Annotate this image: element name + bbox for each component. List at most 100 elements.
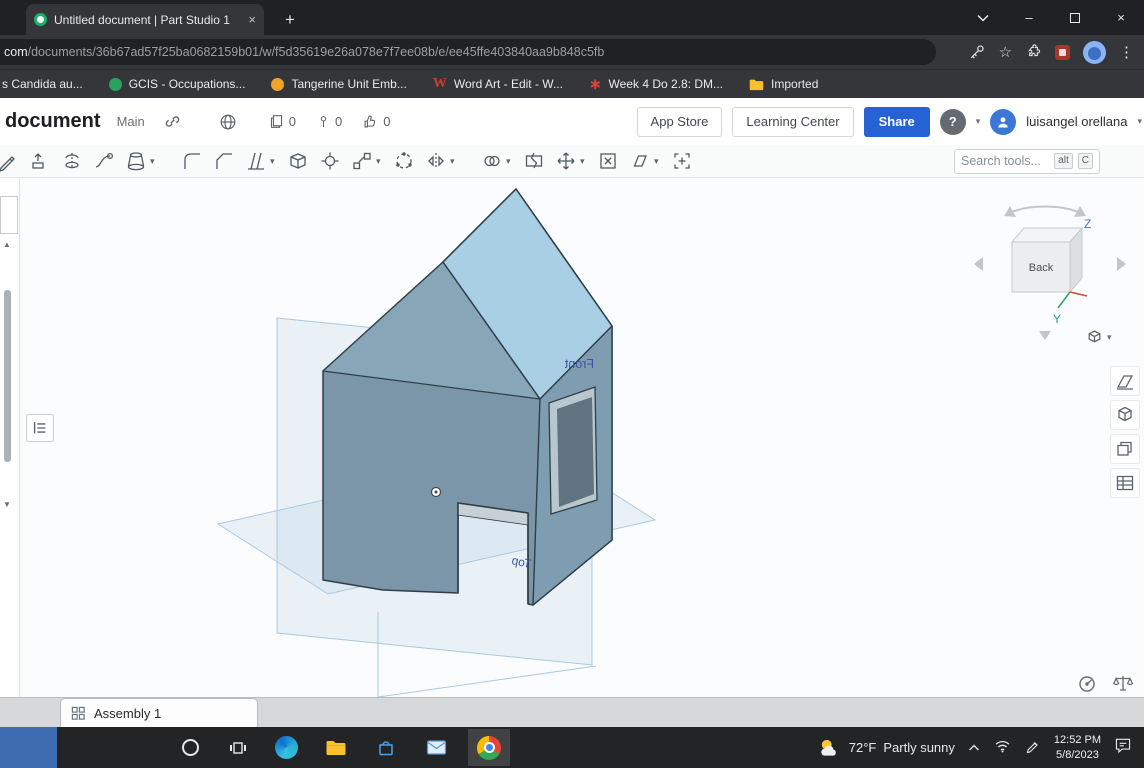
bookmark-item[interactable]: Imported [749,77,818,91]
action-center-icon[interactable] [1114,736,1132,759]
pattern-flyout-caret-icon[interactable]: ▾ [376,156,385,167]
view-options-button[interactable]: ▾ [1086,324,1130,350]
tab-close-icon[interactable]: × [248,13,256,26]
bookmark-item[interactable]: GCIS - Occupations... [109,77,246,91]
hole-tool-icon[interactable] [316,148,343,175]
bom-table-panel-button[interactable] [1110,468,1140,498]
search-tools-input[interactable]: Search tools... alt C [954,149,1100,174]
rotate-east-arrow-icon[interactable] [1117,257,1126,271]
taskbar-search-tile[interactable] [0,727,57,768]
bookmark-item[interactable]: W Word Art - Edit - W... [433,76,563,92]
draft-tool-icon[interactable] [242,148,269,175]
window-close-button[interactable]: × [1098,0,1144,35]
tray-chevron-icon[interactable] [968,739,980,757]
boolean-flyout-caret-icon[interactable]: ▾ [506,156,515,167]
url-bar[interactable]: com/documents/36b67ad57f25ba0682159b01/w… [0,39,936,65]
draft-flyout-caret-icon[interactable]: ▾ [270,156,279,167]
loft-flyout-caret-icon[interactable]: ▾ [150,156,159,167]
mirror-flyout-caret-icon[interactable]: ▾ [450,156,459,167]
linear-pattern-tool-icon[interactable] [348,148,375,175]
rotate-west-arrow-icon[interactable] [974,257,983,271]
browser-profile-avatar[interactable] [1083,41,1106,64]
sweep-tool-icon[interactable] [90,148,117,175]
cortana-circle-icon[interactable] [175,727,205,768]
extension-badge-icon[interactable] [1055,45,1070,60]
chrome-taskbar-button[interactable] [468,729,510,766]
share-button[interactable]: Share [864,107,930,137]
scroll-down-arrow-icon[interactable]: ▼ [3,500,11,509]
mirror-tool-icon[interactable] [422,148,449,175]
window-maximize-button[interactable] [1052,0,1098,35]
rotate-down-arrow-icon[interactable] [1039,331,1051,340]
display-states-panel-button[interactable] [1110,434,1140,464]
bookmark-item[interactable]: Tangerine Unit Emb... [271,77,406,91]
help-caret-icon[interactable]: ▾ [976,116,981,127]
edge-browser-icon[interactable] [271,727,301,768]
extensions-puzzle-icon[interactable] [1025,44,1042,61]
delete-face-tool-icon[interactable] [594,148,621,175]
feature-panel-scrollbar[interactable] [4,290,11,462]
workspace-name[interactable]: Main [117,114,145,129]
user-avatar[interactable] [990,109,1016,135]
taskbar-clock[interactable]: 12:52 PM 5/8/2023 [1054,733,1101,762]
copies-stat[interactable]: 0 [268,113,296,130]
user-menu-caret-icon[interactable]: ▾ [1137,116,1142,127]
window-minimize-button[interactable]: – [1006,0,1052,35]
named-view-crosshair-icon[interactable] [668,148,695,175]
pen-icon[interactable] [1025,737,1041,758]
kbd-alt: alt [1054,153,1073,169]
sketch-tool-icon[interactable] [0,148,21,175]
file-explorer-icon[interactable] [321,727,351,768]
parts-panel-button[interactable] [1110,400,1140,430]
element-tab-assembly[interactable]: Assembly 1 [60,698,258,728]
document-title[interactable]: document [5,110,101,133]
chamfer-tool-icon[interactable] [210,148,237,175]
help-button[interactable]: ? [940,109,966,135]
graphics-viewport[interactable]: Front Top ▲ ▼ Back [0,178,1144,697]
new-tab-button[interactable]: + [278,8,302,32]
shell-tool-icon[interactable] [284,148,311,175]
revolve-tool-icon[interactable] [58,148,85,175]
split-tool-icon[interactable] [520,148,547,175]
origin-marker[interactable] [432,488,441,497]
kbd-c: C [1078,153,1093,169]
measure-scale-icon[interactable] [1112,672,1134,694]
feature-toolbar: ▾ ▾ ▾ ▾ ▾ ▾ [0,145,1144,178]
plane-flyout-caret-icon[interactable]: ▾ [654,156,663,167]
mail-app-icon[interactable] [421,727,451,768]
bookmark-star-icon[interactable]: ☆ [999,43,1012,61]
window-interior-face[interactable] [557,397,594,507]
bookmark-item[interactable]: ∗ Week 4 Do 2.8: DM... [589,75,723,93]
loft-tool-icon[interactable] [122,148,149,175]
feature-list-toggle-button[interactable] [26,414,54,442]
wifi-icon[interactable] [993,737,1012,758]
scroll-up-arrow-icon[interactable]: ▲ [3,240,11,249]
password-key-icon[interactable] [967,43,986,62]
transform-flyout-caret-icon[interactable]: ▾ [580,156,589,167]
learning-center-button[interactable]: Learning Center [732,107,853,137]
app-store-button[interactable]: App Store [637,107,723,137]
browser-menu-kebab-icon[interactable]: ⋮ [1119,43,1134,61]
followers-stat[interactable]: 0 [316,113,342,130]
view-cube-face-label[interactable]: Back [1029,262,1054,274]
boolean-tool-icon[interactable] [478,148,505,175]
transform-tool-icon[interactable] [552,148,579,175]
likes-stat[interactable]: 0 [362,113,390,130]
plane-tool-icon[interactable] [626,148,653,175]
weather-temp: 72°F [849,740,877,755]
link-icon[interactable] [163,112,182,131]
bookmark-favicon: W [433,76,447,92]
tab-search-chevron-icon[interactable] [960,0,1006,35]
browser-tab[interactable]: Untitled document | Part Studio 1 × [26,4,264,35]
extrude-tool-icon[interactable] [26,148,53,175]
microsoft-store-icon[interactable] [371,727,401,768]
circular-pattern-tool-icon[interactable] [390,148,417,175]
performance-gauge-icon[interactable] [1076,672,1098,694]
fillet-tool-icon[interactable] [178,148,205,175]
task-view-icon[interactable] [223,727,253,768]
configurations-panel-button[interactable] [1110,366,1140,396]
rotate-arc-icon[interactable] [1012,207,1078,212]
bookmark-item[interactable]: s Candida au... [2,77,83,91]
public-globe-icon[interactable] [218,112,238,132]
weather-widget[interactable]: 72°F Partly sunny [818,737,955,759]
